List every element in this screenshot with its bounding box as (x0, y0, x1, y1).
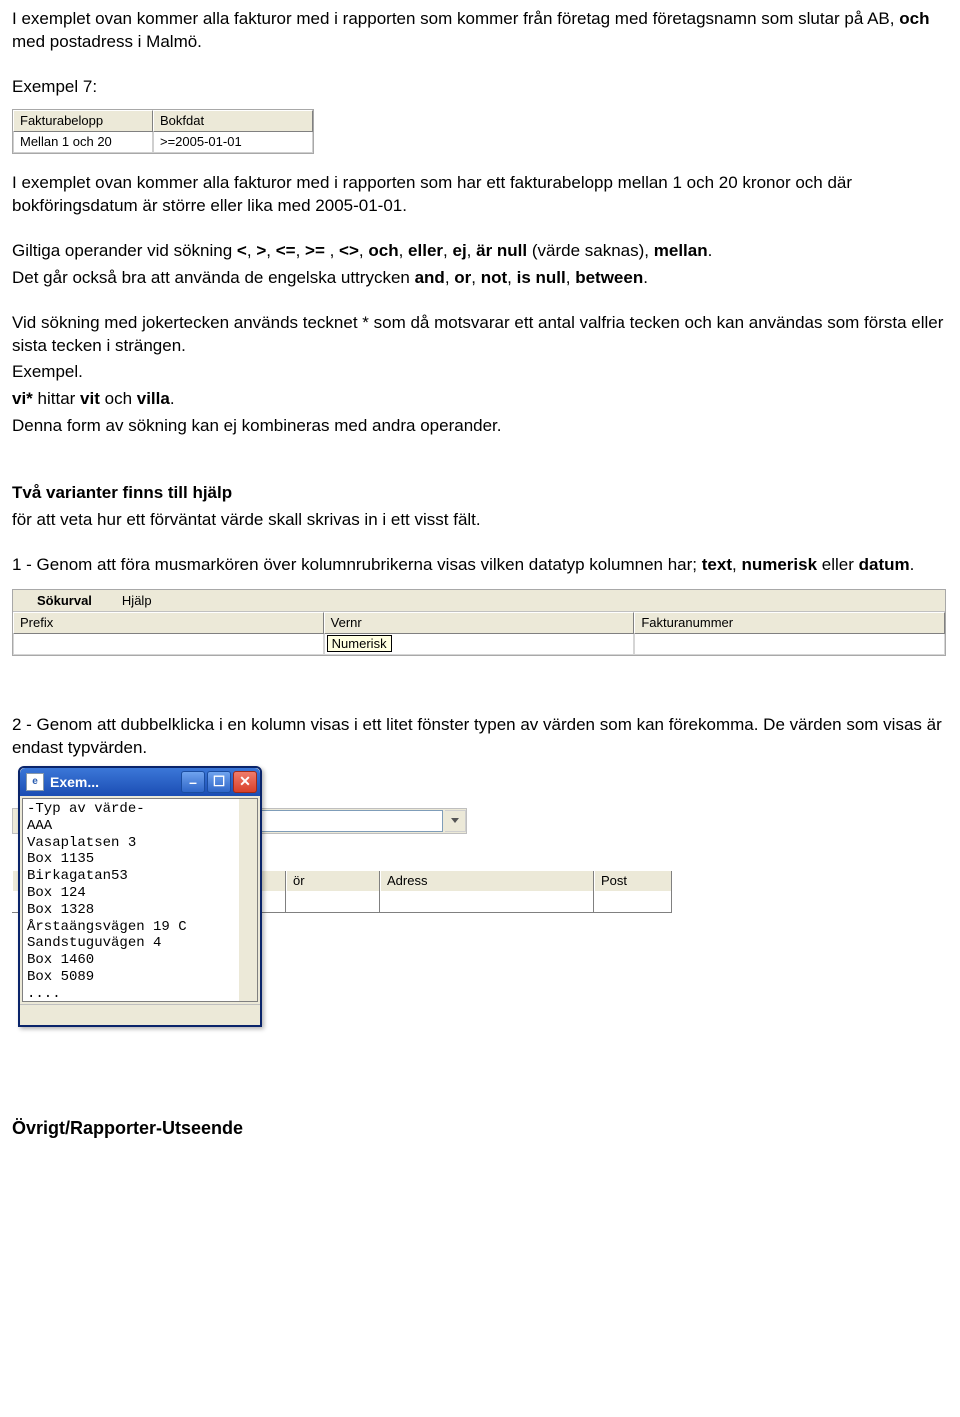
menu-hjalp[interactable]: Hjälp (122, 593, 152, 608)
popup-area: : ör Adress Post e Exem... – ☐ ✕ -Typ av… (12, 766, 672, 1036)
list-item[interactable]: AAA (27, 818, 239, 835)
bg-col-or: ör (286, 871, 380, 892)
menubar: Sökurval Hjälp (13, 590, 945, 612)
tooltip-datatype: Numerisk (327, 635, 392, 652)
cell-fakturabelopp: Mellan 1 och 20 (13, 132, 153, 153)
minimize-button[interactable]: – (181, 771, 205, 793)
paragraph-english-operands: Det går också bra att använda de engelsk… (12, 267, 948, 290)
popup-titlebar[interactable]: e Exem... – ☐ ✕ (20, 768, 260, 796)
text: med postadress i Malmö. (12, 32, 202, 51)
paragraph-intro: I exemplet ovan kommer alla fakturor med… (12, 8, 948, 54)
text: I exemplet ovan kommer alla fakturor med… (12, 9, 899, 28)
col-header-bokfdat: Bokfdat (153, 110, 313, 132)
list-item[interactable]: Box 1460 (27, 952, 239, 969)
list-item[interactable]: .... (27, 986, 239, 1001)
cell-bokfdat: >=2005-01-01 (153, 132, 313, 153)
list-item[interactable]: Årstaängsvägen 19 C (27, 919, 239, 936)
example7-grid: Fakturabelopp Bokfdat Mellan 1 och 20 >=… (12, 109, 314, 154)
col-header-fakturabelopp: Fakturabelopp (13, 110, 153, 132)
list-item[interactable]: -Typ av värde- (27, 801, 239, 818)
sokurval-grid: Sökurval Hjälp Prefix Vernr Fakturanumme… (12, 589, 946, 656)
text-bold: och (899, 9, 929, 28)
col-header-fakturanummer: Fakturanummer (634, 612, 945, 634)
menu-sokurval[interactable]: Sökurval (37, 593, 92, 608)
chevron-down-icon (451, 818, 459, 823)
address-dropdown-button[interactable] (445, 810, 466, 832)
help-title: Två varianter finns till hjälp (12, 482, 948, 505)
popup-title-text: Exem... (50, 774, 99, 790)
col-header-prefix: Prefix (13, 612, 324, 634)
bg-col-post: Post (594, 871, 672, 892)
help-variant-2: 2 - Genom att dubbelklicka i en kolumn v… (12, 714, 948, 760)
help-variant-1: 1 - Genom att föra musmarkören över kolu… (12, 554, 948, 577)
list-item[interactable]: Sandstuguvägen 4 (27, 935, 239, 952)
paragraph-operands: Giltiga operander vid sökning <, >, <=, … (12, 240, 948, 263)
cell-prefix[interactable] (13, 634, 324, 655)
bg-col-adress: Adress (380, 871, 594, 892)
close-button[interactable]: ✕ (233, 771, 257, 793)
list-item[interactable]: Box 1135 (27, 851, 239, 868)
section-heading-ovrigt: Övrigt/Rapporter-Utseende (12, 1116, 948, 1140)
example-values-popup: e Exem... – ☐ ✕ -Typ av värde- AAA Vasap… (18, 766, 262, 1027)
help-subtitle: för att veta hur ett förväntat värde ska… (12, 509, 948, 532)
cell-fakturanummer[interactable] (634, 634, 945, 655)
paragraph-example7-explain: I exemplet ovan kommer alla fakturor med… (12, 172, 948, 218)
paragraph-wildcard-ex-label: Exempel. (12, 361, 948, 384)
popup-listbox[interactable]: -Typ av värde- AAA Vasaplatsen 3 Box 113… (23, 799, 257, 1001)
paragraph-wildcard-note: Denna form av sökning kan ej kombineras … (12, 415, 948, 438)
list-item[interactable]: Vasaplatsen 3 (27, 835, 239, 852)
scroll-up-button[interactable] (239, 799, 257, 817)
col-header-vernr: Vernr (324, 612, 635, 634)
list-item[interactable]: Box 1328 (27, 902, 239, 919)
maximize-button[interactable]: ☐ (207, 771, 231, 793)
list-item[interactable]: Box 124 (27, 885, 239, 902)
paragraph-wildcard-ex: vi* hittar vit och villa. (12, 388, 948, 411)
list-item[interactable]: Box 5089 (27, 969, 239, 986)
scroll-down-button[interactable] (239, 983, 257, 1001)
list-item[interactable]: Birkagatan53 (27, 868, 239, 885)
cell-vernr[interactable]: Numerisk (324, 634, 635, 655)
popup-statusbar (20, 1004, 260, 1025)
example7-label: Exempel 7: (12, 76, 948, 99)
chevron-up-icon (244, 805, 252, 810)
ie-icon: e (26, 773, 44, 791)
chevron-down-icon (244, 989, 252, 994)
paragraph-wildcard: Vid sökning med jokertecken används teck… (12, 312, 948, 358)
